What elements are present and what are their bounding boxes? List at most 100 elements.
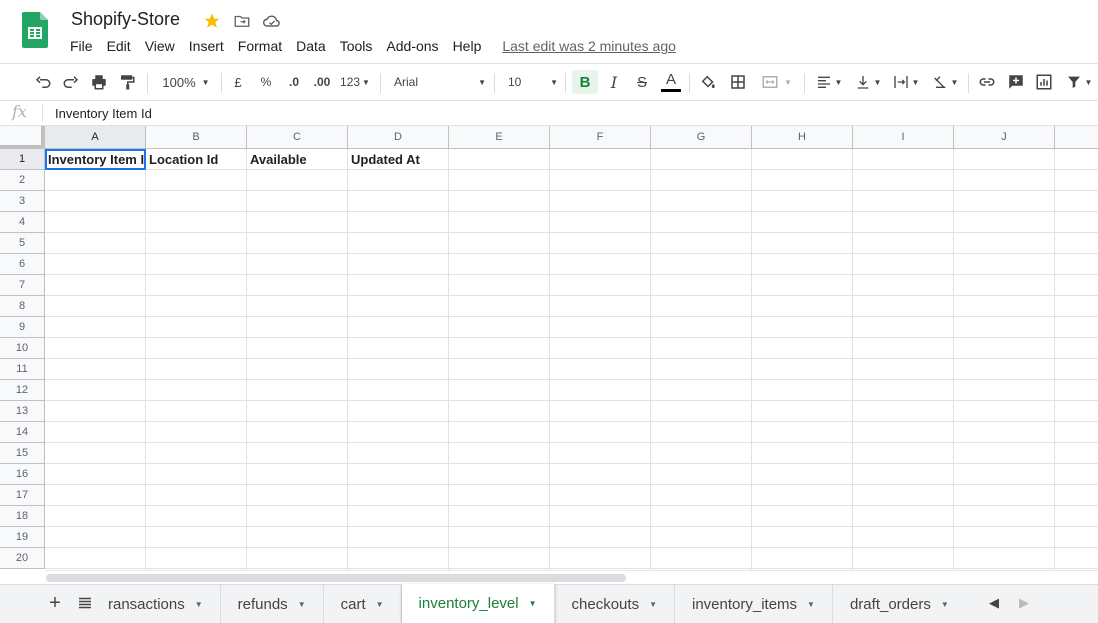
menu-help[interactable]: Help	[446, 38, 489, 54]
more-formats-select[interactable]: 123 ▼	[338, 70, 372, 94]
column-header-h[interactable]: H	[752, 126, 853, 149]
sheet-tab-cart[interactable]: cart ▼	[324, 585, 402, 623]
select-all-corner[interactable]	[0, 126, 45, 149]
menu-data[interactable]: Data	[289, 38, 333, 54]
cell-b1[interactable]: Location Id	[146, 149, 247, 170]
column-header-d[interactable]: D	[348, 126, 449, 149]
row-header-18[interactable]: 18	[0, 506, 45, 527]
row-header-12[interactable]: 12	[0, 380, 45, 401]
menu-file[interactable]: File	[63, 38, 100, 54]
row-header-13[interactable]: 13	[0, 401, 45, 422]
row-header-3[interactable]: 3	[0, 191, 45, 212]
row-header-15[interactable]: 15	[0, 443, 45, 464]
cell-d1[interactable]: Updated At	[348, 149, 449, 170]
vertical-align-icon[interactable]: ▼	[851, 70, 885, 94]
sheet-tab-transactions[interactable]: ransactions ▼	[104, 585, 221, 623]
borders-icon[interactable]	[727, 70, 749, 94]
row-header-7[interactable]: 7	[0, 275, 45, 296]
font-size-select[interactable]: 10 ▼	[508, 70, 558, 94]
increase-decimal-button[interactable]: .00	[310, 70, 334, 94]
row-header-9[interactable]: 9	[0, 317, 45, 338]
caret-down-icon[interactable]: ▼	[649, 600, 657, 609]
print-icon[interactable]	[88, 70, 110, 94]
row-header-20[interactable]: 20	[0, 548, 45, 569]
menu-add-ons[interactable]: Add-ons	[379, 38, 445, 54]
sheet-tab-refunds[interactable]: refunds ▼	[221, 585, 324, 623]
menu-format[interactable]: Format	[231, 38, 289, 54]
more-formats-label: 123	[340, 75, 361, 89]
sheet-tab-inventory-level[interactable]: inventory_level ▼	[401, 584, 555, 623]
menu-tools[interactable]: Tools	[333, 38, 380, 54]
row-header-14[interactable]: 14	[0, 422, 45, 443]
strikethrough-button[interactable]: S	[631, 70, 653, 94]
insert-chart-icon[interactable]	[1033, 70, 1055, 94]
scroll-tabs-right-icon[interactable]: ▶	[1019, 595, 1029, 611]
menu-view[interactable]: View	[138, 38, 182, 54]
last-edit-link[interactable]: Last edit was 2 minutes ago	[502, 38, 676, 54]
scroll-tabs-left-icon[interactable]: ◀	[989, 595, 999, 611]
text-wrapping-icon[interactable]: ▼	[889, 70, 923, 94]
row-header-8[interactable]: 8	[0, 296, 45, 317]
column-header-f[interactable]: F	[550, 126, 651, 149]
star-icon[interactable]	[202, 11, 222, 31]
redo-icon[interactable]	[60, 70, 82, 94]
column-header-b[interactable]: B	[146, 126, 247, 149]
row-header-10[interactable]: 10	[0, 338, 45, 359]
column-header-g[interactable]: G	[651, 126, 752, 149]
cell-a1[interactable]: Inventory Item Id	[45, 149, 146, 170]
decrease-decimal-button[interactable]: .0	[283, 70, 305, 94]
caret-down-icon[interactable]: ▼	[376, 600, 384, 609]
row-header-5[interactable]: 5	[0, 233, 45, 254]
sheet-tab-draft-orders[interactable]: draft_orders ▼	[833, 585, 966, 623]
cell-c1[interactable]: Available	[247, 149, 348, 170]
undo-icon[interactable]	[32, 70, 54, 94]
row-header-19[interactable]: 19	[0, 527, 45, 548]
row-header-6[interactable]: 6	[0, 254, 45, 275]
bold-button[interactable]: B	[572, 70, 598, 94]
insert-link-icon[interactable]	[976, 70, 998, 94]
formula-input[interactable]: Inventory Item Id	[55, 106, 152, 121]
caret-down-icon[interactable]: ▼	[195, 600, 203, 609]
cell-area[interactable]: Inventory Item Id Location Id Available …	[45, 149, 1098, 570]
caret-down-icon[interactable]: ▼	[807, 600, 815, 609]
row-header-2[interactable]: 2	[0, 170, 45, 191]
column-header-c[interactable]: C	[247, 126, 348, 149]
text-color-button[interactable]: A	[659, 70, 683, 94]
cloud-saved-icon[interactable]	[262, 11, 282, 31]
column-header-j[interactable]: J	[954, 126, 1055, 149]
row-header-17[interactable]: 17	[0, 485, 45, 506]
row-header-16[interactable]: 16	[0, 464, 45, 485]
row-header-1[interactable]: 1	[0, 149, 45, 170]
italic-button[interactable]: I	[603, 70, 625, 94]
document-title[interactable]: Shopify-Store	[71, 9, 180, 30]
horizontal-align-icon[interactable]: ▼	[812, 70, 846, 94]
caret-down-icon[interactable]: ▼	[941, 600, 949, 609]
paint-format-icon[interactable]	[116, 70, 138, 94]
menu-insert[interactable]: Insert	[182, 38, 231, 54]
add-sheet-icon[interactable]: +	[45, 592, 65, 614]
column-header-a[interactable]: A	[45, 126, 146, 149]
all-sheets-menu-icon[interactable]	[76, 594, 96, 614]
caret-down-icon[interactable]: ▼	[298, 600, 306, 609]
text-rotation-icon[interactable]: ▼	[928, 70, 962, 94]
row-header-11[interactable]: 11	[0, 359, 45, 380]
filter-icon[interactable]: ▼	[1062, 70, 1096, 94]
menu-edit[interactable]: Edit	[100, 38, 138, 54]
column-header-i[interactable]: I	[853, 126, 954, 149]
zoom-select[interactable]: 100% ▼	[158, 70, 214, 94]
scrollbar-thumb[interactable]	[46, 574, 626, 582]
fill-color-icon[interactable]	[697, 70, 719, 94]
font-family-select[interactable]: Arial ▼	[394, 70, 486, 94]
row-header-4[interactable]: 4	[0, 212, 45, 233]
sheet-tab-inventory-items[interactable]: inventory_items ▼	[675, 585, 833, 623]
move-to-folder-icon[interactable]	[232, 11, 252, 31]
currency-format-button[interactable]: £	[228, 70, 248, 94]
caret-down-icon[interactable]: ▼	[529, 599, 537, 608]
insert-comment-icon[interactable]	[1005, 70, 1027, 94]
column-header-e[interactable]: E	[449, 126, 550, 149]
sheets-logo-icon[interactable]	[22, 12, 48, 48]
horizontal-scrollbar[interactable]	[45, 570, 1098, 584]
merge-cells-icon[interactable]: ▼	[756, 70, 796, 94]
percent-format-button[interactable]: %	[256, 70, 276, 94]
sheet-tab-checkouts[interactable]: checkouts ▼	[555, 585, 675, 623]
